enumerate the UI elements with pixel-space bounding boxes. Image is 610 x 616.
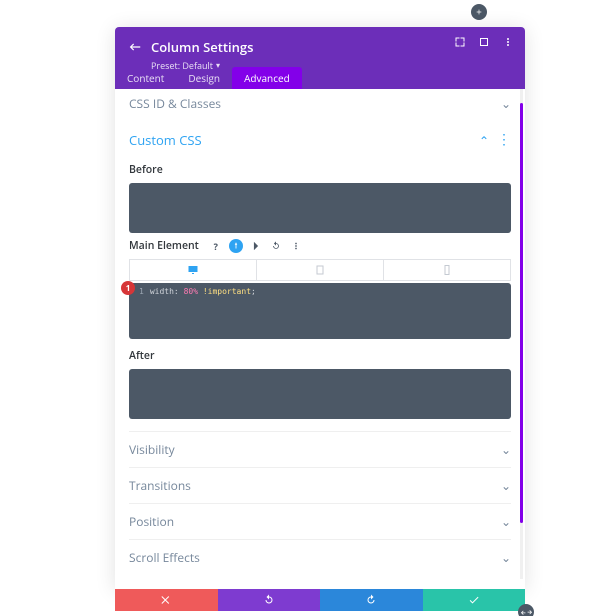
- device-desktop-tab[interactable]: [129, 259, 256, 281]
- help-icon[interactable]: ?: [209, 239, 223, 253]
- chevron-down-icon: ⌄: [501, 441, 511, 458]
- label-after: After: [129, 349, 511, 363]
- kebab-menu-icon[interactable]: [289, 239, 303, 253]
- tab-content[interactable]: Content: [115, 67, 176, 89]
- tab-advanced[interactable]: Advanced: [232, 67, 302, 89]
- chevron-down-icon: ⌄: [501, 513, 511, 530]
- panel-title: Column Settings: [151, 38, 253, 56]
- add-module-button[interactable]: [471, 4, 487, 20]
- chevron-down-icon: ⌄: [501, 477, 511, 494]
- css-after-input[interactable]: [129, 369, 511, 419]
- css-before-input[interactable]: [129, 183, 511, 233]
- redo-button[interactable]: [320, 589, 423, 611]
- chevron-down-icon: ⌄: [501, 95, 511, 112]
- back-icon[interactable]: [127, 39, 143, 55]
- device-tablet-tab[interactable]: [256, 259, 384, 281]
- section-label: Position: [129, 513, 174, 530]
- kebab-menu-icon[interactable]: [501, 35, 515, 49]
- panel-header: Column Settings Preset: Default ▾ Conten…: [115, 27, 525, 89]
- marker-badge: 1: [121, 281, 135, 295]
- label-before: Before: [129, 163, 511, 177]
- section-scroll-effects[interactable]: Scroll Effects ⌄: [129, 539, 511, 575]
- hover-toggle-icon[interactable]: [229, 239, 243, 253]
- reset-icon[interactable]: [269, 239, 283, 253]
- resize-handle[interactable]: [518, 604, 534, 616]
- device-phone-tab[interactable]: [384, 259, 511, 281]
- code-line: 1width: 80% !important;: [139, 287, 256, 296]
- panel-body: CSS ID & Classes ⌄ Custom CSS ⌃ ⋮ Before…: [115, 89, 525, 589]
- snap-icon[interactable]: [453, 35, 467, 49]
- section-transitions[interactable]: Transitions ⌄: [129, 467, 511, 503]
- tab-design[interactable]: Design: [176, 67, 232, 89]
- section-css-id-classes[interactable]: CSS ID & Classes ⌄: [129, 89, 511, 117]
- dynamic-content-icon[interactable]: [249, 239, 263, 253]
- chevron-up-icon: ⌃: [479, 132, 489, 149]
- section-label: Scroll Effects: [129, 549, 200, 566]
- undo-button[interactable]: [218, 589, 321, 611]
- panel-footer: [115, 589, 525, 611]
- cancel-button[interactable]: [115, 589, 218, 611]
- section-custom-css-header[interactable]: Custom CSS ⌃ ⋮: [129, 117, 511, 157]
- responsive-device-tabs: [129, 259, 511, 281]
- label-main-element: Main Element ?: [129, 239, 511, 253]
- section-label: Custom CSS: [129, 131, 202, 149]
- settings-panel: Column Settings Preset: Default ▾ Conten…: [115, 27, 525, 589]
- section-label: Visibility: [129, 441, 175, 458]
- section-label: CSS ID & Classes: [129, 95, 221, 112]
- chevron-down-icon: ⌄: [501, 549, 511, 566]
- expand-modal-icon[interactable]: [477, 35, 491, 49]
- section-label: Transitions: [129, 477, 191, 494]
- section-position[interactable]: Position ⌄: [129, 503, 511, 539]
- css-main-element-input[interactable]: 1width: 80% !important;: [129, 283, 511, 339]
- save-button[interactable]: [423, 589, 526, 611]
- section-visibility[interactable]: Visibility ⌄: [129, 431, 511, 467]
- scrollbar-thumb[interactable]: [520, 103, 523, 523]
